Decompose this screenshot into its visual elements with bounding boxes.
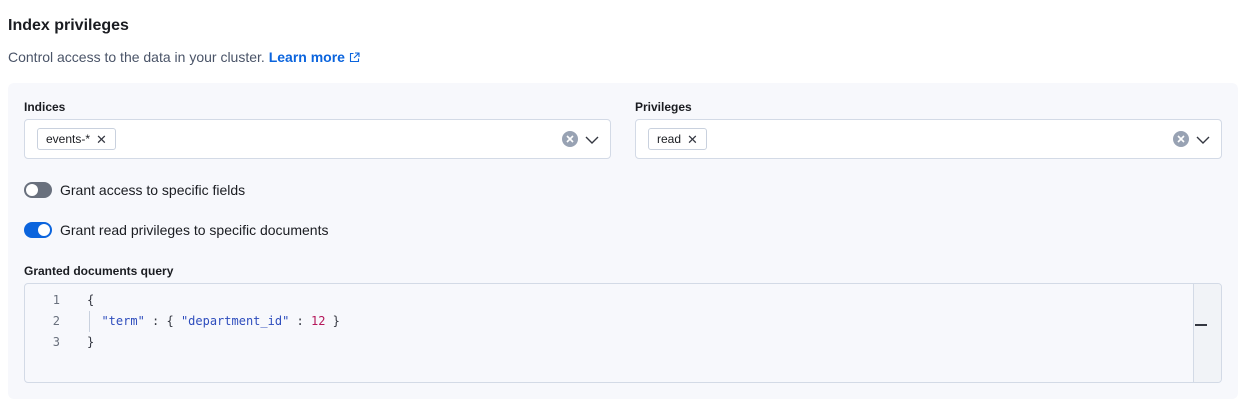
code-brace: } (87, 335, 95, 349)
code-number: 12 (311, 314, 326, 328)
privileges-label: Privileges (635, 100, 692, 114)
privileges-combobox[interactable]: read ✕ (635, 119, 1222, 159)
query-label: Granted documents query (24, 264, 174, 278)
line-number: 1 (52, 293, 60, 307)
line-number: 3 (52, 335, 60, 349)
document-access-switch[interactable] (24, 222, 52, 238)
code-line: "term" : { "department_id" : 12 } (87, 311, 340, 332)
chevron-down-icon[interactable] (583, 131, 601, 149)
description-text: Control access to the data in your clust… (8, 49, 265, 65)
indices-clear-button[interactable] (562, 131, 578, 147)
code-punct: : (289, 314, 311, 328)
query-editor[interactable]: 1 2 3 { "term" : { "department_id" : 12 … (24, 283, 1222, 383)
field-access-label: Grant access to specific fields (60, 182, 246, 198)
chevron-down-icon[interactable] (1194, 131, 1212, 149)
index-privilege-panel: Indices events-* ✕ Privileges read ✕ Gra… (8, 83, 1238, 399)
learn-more-link[interactable]: Learn more (269, 49, 360, 65)
privileges-clear-button[interactable] (1173, 131, 1189, 147)
section-title: Index privileges (8, 17, 129, 34)
switch-knob (26, 184, 38, 196)
line-number-gutter: 1 2 3 (25, 290, 65, 353)
switch-knob (38, 224, 50, 236)
cross-icon[interactable]: ✕ (687, 133, 698, 146)
indices-label: Indices (24, 100, 66, 114)
indent-guide (89, 311, 90, 332)
code-brace: { (87, 293, 95, 307)
document-access-toggle-row: Grant read privileges to specific docume… (24, 222, 328, 238)
field-access-switch[interactable] (24, 182, 52, 198)
clear-icon (1177, 135, 1185, 143)
line-number: 2 (52, 314, 60, 328)
learn-more-label: Learn more (268, 49, 345, 65)
section-description: Control access to the data in your clust… (8, 49, 360, 65)
editor-scrollbar[interactable] (1193, 284, 1221, 382)
code-punct: } (325, 314, 340, 328)
external-link-icon (349, 52, 360, 63)
indices-chip-label: events-* (46, 132, 91, 146)
code-key: "term" (101, 314, 145, 328)
code-line: { (87, 290, 340, 311)
privileges-chip-label: read (657, 132, 682, 146)
indices-chip: events-* ✕ (37, 128, 116, 150)
code-punct: : { (144, 314, 181, 328)
cross-icon[interactable]: ✕ (96, 133, 107, 146)
code-content: { "term" : { "department_id" : 12 } } (87, 290, 340, 353)
clear-icon (566, 135, 574, 143)
code-field: "department_id" (180, 314, 290, 328)
privileges-chip: read ✕ (648, 128, 707, 150)
field-access-toggle-row: Grant access to specific fields (24, 182, 245, 198)
scrollbar-thumb[interactable] (1195, 324, 1207, 326)
indices-combobox[interactable]: events-* ✕ (24, 119, 611, 159)
code-line: } (87, 332, 340, 353)
document-access-label: Grant read privileges to specific docume… (60, 222, 329, 238)
